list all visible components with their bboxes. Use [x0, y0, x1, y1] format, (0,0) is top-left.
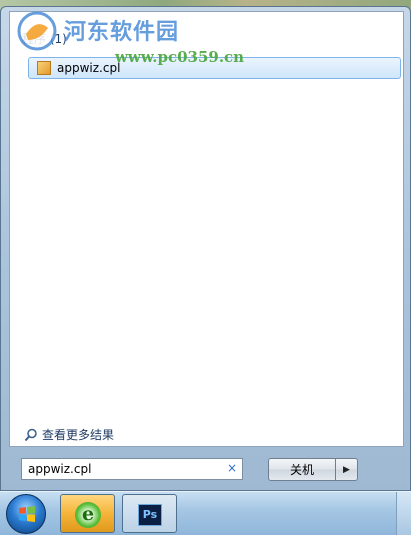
watermark-url: www.pc0359.cn [115, 48, 245, 66]
start-button[interactable] [6, 494, 46, 534]
result-item-label: appwiz.cpl [57, 61, 121, 75]
windows-logo-icon [19, 506, 35, 522]
ps-icon: Ps [138, 504, 162, 526]
ie-glyph: e [81, 503, 95, 525]
ie-icon: e [75, 502, 101, 528]
shutdown-options-arrow-icon[interactable]: ▶ [336, 458, 358, 481]
watermark-logo-icon [17, 11, 57, 51]
shutdown-button[interactable]: 关机 [268, 458, 336, 481]
search-box[interactable]: × [21, 458, 243, 480]
see-more-results-link[interactable]: 查看更多结果 [24, 426, 114, 443]
show-desktop-button[interactable] [396, 492, 411, 535]
search-input[interactable] [28, 462, 218, 476]
watermark-title: 河东软件园 [64, 19, 180, 45]
taskbar: e Ps [0, 491, 411, 535]
search-icon [24, 428, 37, 441]
start-menu: 程序 (1) appwiz.cpl 查看更多结果 × 关机 ▶ [0, 6, 411, 491]
see-more-label: 查看更多结果 [42, 428, 115, 442]
control-panel-icon [37, 61, 51, 75]
taskbar-ie-button[interactable]: e [60, 494, 115, 533]
taskbar-photoshop-button[interactable]: Ps [122, 494, 177, 533]
search-results-pane: 程序 (1) appwiz.cpl 查看更多结果 [9, 11, 404, 447]
clear-search-icon[interactable]: × [227, 461, 237, 475]
